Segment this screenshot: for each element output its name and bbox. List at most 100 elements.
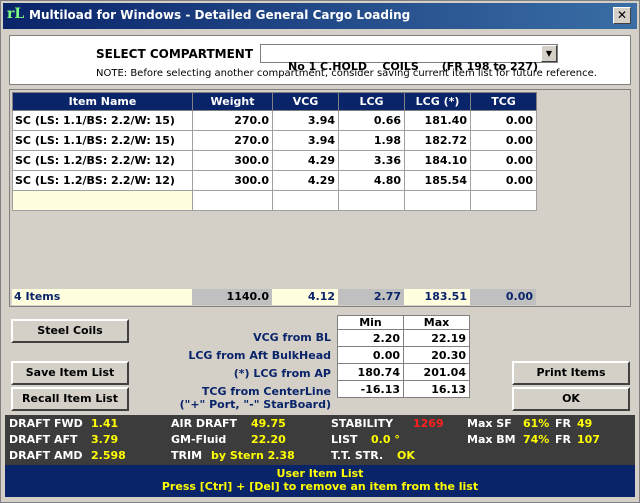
compartment-label: SELECT COMPARTMENT xyxy=(96,47,254,61)
stability-label: STABILITY xyxy=(331,417,394,430)
trim-value: by Stern 2.38 xyxy=(211,449,295,462)
lcg-ap-limit-label: (*) LCG from AP xyxy=(233,367,331,380)
new-item-tcg-cell[interactable] xyxy=(470,190,537,211)
cell-weight[interactable]: 270.0 xyxy=(192,130,273,151)
draft-aft-value: 3.79 xyxy=(91,433,119,446)
header-lcg-star[interactable]: LCG (*) xyxy=(404,92,471,111)
cell-tcg[interactable]: 0.00 xyxy=(470,170,537,191)
recall-item-list-button[interactable]: Recall Item List xyxy=(11,387,129,411)
list-label: LIST xyxy=(331,433,358,446)
cell-weight[interactable]: 270.0 xyxy=(192,110,273,131)
max-bm-value: 74% xyxy=(523,433,550,446)
max-sf-value: 61% xyxy=(523,417,550,430)
totals-lcg: 2.77 xyxy=(338,289,404,305)
cell-lcg[interactable]: 4.80 xyxy=(338,170,405,191)
new-item-row[interactable] xyxy=(12,190,537,211)
new-item-vcg-cell[interactable] xyxy=(272,190,339,211)
lcg-bulkhead-limit-label: LCG from Aft BulkHead xyxy=(188,349,331,362)
item-grid: Item Name Weight VCG LCG LCG (*) TCG SC … xyxy=(9,89,631,307)
vcg-min: 2.20 xyxy=(337,329,404,347)
cell-weight[interactable]: 300.0 xyxy=(192,170,273,191)
window-title: Multiload for Windows - Detailed General… xyxy=(29,8,411,22)
lcg-bulkhead-max: 20.30 xyxy=(403,346,470,364)
cell-lcg[interactable]: 0.66 xyxy=(338,110,405,131)
table-row[interactable]: SC (LS: 1.2/BS: 2.2/W: 12) 300.0 4.29 3.… xyxy=(12,150,537,171)
save-item-list-button[interactable]: Save Item List xyxy=(11,361,129,385)
totals-tcg: 0.00 xyxy=(470,289,536,305)
max-bm-fr-value: 107 xyxy=(577,433,600,446)
cell-vcg[interactable]: 3.94 xyxy=(272,130,339,151)
app-logo-icon: rL xyxy=(7,6,25,22)
list-value: 0.0 ° xyxy=(371,433,400,446)
header-vcg[interactable]: VCG xyxy=(272,92,339,111)
table-row[interactable]: SC (LS: 1.2/BS: 2.2/W: 12) 300.0 4.29 4.… xyxy=(12,170,537,191)
ok-button[interactable]: OK xyxy=(512,387,630,411)
steel-coils-button[interactable]: Steel Coils xyxy=(11,319,129,343)
cell-weight[interactable]: 300.0 xyxy=(192,150,273,171)
draft-fwd-value: 1.41 xyxy=(91,417,119,430)
close-button[interactable]: ✕ xyxy=(613,7,631,24)
lcg-ap-max: 201.04 xyxy=(403,363,470,381)
table-row[interactable]: SC (LS: 1.1/BS: 2.2/W: 15) 270.0 3.94 0.… xyxy=(12,110,537,131)
totals-weight: 1140.0 xyxy=(192,289,272,305)
new-item-lcg-cell[interactable] xyxy=(338,190,405,211)
status-panel: DRAFT FWD 1.41 DRAFT AFT 3.79 DRAFT AMD … xyxy=(5,415,635,465)
cell-lcg-star[interactable]: 181.40 xyxy=(404,110,471,131)
print-items-button[interactable]: Print Items xyxy=(512,361,630,385)
compartment-note: NOTE: Before selecting another compartme… xyxy=(96,68,597,79)
max-bm-label: Max BM xyxy=(467,433,516,446)
cell-lcg[interactable]: 1.98 xyxy=(338,130,405,151)
lcg-bulkhead-min: 0.00 xyxy=(337,346,404,364)
cell-item-name[interactable]: SC (LS: 1.2/BS: 2.2/W: 12) xyxy=(12,170,193,191)
footer-bar: User Item List Press [Ctrl] + [Del] to r… xyxy=(5,465,635,497)
chevron-down-icon[interactable]: ▼ xyxy=(541,45,557,62)
cell-vcg[interactable]: 4.29 xyxy=(272,170,339,191)
tcg-limit-label: TCG from CenterLine xyxy=(201,385,331,398)
footer-hint: Press [Ctrl] + [Del] to remove an item f… xyxy=(161,480,479,493)
tcg-limit-sublabel: ("+" Port, "-" StarBoard) xyxy=(179,398,331,411)
draft-amd-label: DRAFT AMD xyxy=(9,449,83,462)
cell-item-name[interactable]: SC (LS: 1.1/BS: 2.2/W: 15) xyxy=(12,110,193,131)
max-sf-fr-value: 49 xyxy=(577,417,593,430)
item-table: Item Name Weight VCG LCG LCG (*) TCG SC … xyxy=(12,92,537,211)
draft-amd-value: 2.598 xyxy=(91,449,126,462)
cell-lcg[interactable]: 3.36 xyxy=(338,150,405,171)
cell-lcg-star[interactable]: 184.10 xyxy=(404,150,471,171)
min-header: Min xyxy=(337,315,404,330)
air-draft-label: AIR DRAFT xyxy=(171,417,238,430)
new-item-lcg-star-cell[interactable] xyxy=(404,190,471,211)
header-tcg[interactable]: TCG xyxy=(470,92,537,111)
gm-fluid-value: 22.20 xyxy=(251,433,286,446)
header-item-name[interactable]: Item Name xyxy=(12,92,193,111)
compartment-select[interactable]: No 1 C.HOLD COILS (FR 198 to 227) ▼ xyxy=(260,44,558,73)
max-sf-fr-label: FR xyxy=(555,417,571,430)
header-lcg[interactable]: LCG xyxy=(338,92,405,111)
cell-vcg[interactable]: 4.29 xyxy=(272,150,339,171)
cell-vcg[interactable]: 3.94 xyxy=(272,110,339,131)
vcg-max: 22.19 xyxy=(403,329,470,347)
footer-title: User Item List xyxy=(276,467,364,480)
new-item-weight-cell[interactable] xyxy=(192,190,273,211)
cell-item-name[interactable]: SC (LS: 1.2/BS: 2.2/W: 12) xyxy=(12,150,193,171)
cell-item-name[interactable]: SC (LS: 1.1/BS: 2.2/W: 15) xyxy=(12,130,193,151)
new-item-name-cell[interactable] xyxy=(12,190,193,211)
table-row[interactable]: SC (LS: 1.1/BS: 2.2/W: 15) 270.0 3.94 1.… xyxy=(12,130,537,151)
stability-value: 1269 xyxy=(413,417,444,430)
cell-tcg[interactable]: 0.00 xyxy=(470,130,537,151)
cell-lcg-star[interactable]: 185.54 xyxy=(404,170,471,191)
cell-tcg[interactable]: 0.00 xyxy=(470,150,537,171)
totals-vcg: 4.12 xyxy=(272,289,338,305)
cell-lcg-star[interactable]: 182.72 xyxy=(404,130,471,151)
max-sf-label: Max SF xyxy=(467,417,512,430)
vcg-limit-label: VCG from BL xyxy=(253,331,331,344)
gm-fluid-label: GM-Fluid xyxy=(171,433,227,446)
max-header: Max xyxy=(403,315,470,330)
header-weight[interactable]: Weight xyxy=(192,92,273,111)
main-window: rL Multiload for Windows - Detailed Gene… xyxy=(0,0,640,503)
draft-aft-label: DRAFT AFT xyxy=(9,433,78,446)
cell-tcg[interactable]: 0.00 xyxy=(470,110,537,131)
draft-fwd-label: DRAFT FWD xyxy=(9,417,83,430)
title-bar: rL Multiload for Windows - Detailed Gene… xyxy=(3,3,637,29)
compartment-panel: SELECT COMPARTMENT No 1 C.HOLD COILS (FR… xyxy=(9,35,631,85)
tcg-max: 16.13 xyxy=(403,380,470,398)
